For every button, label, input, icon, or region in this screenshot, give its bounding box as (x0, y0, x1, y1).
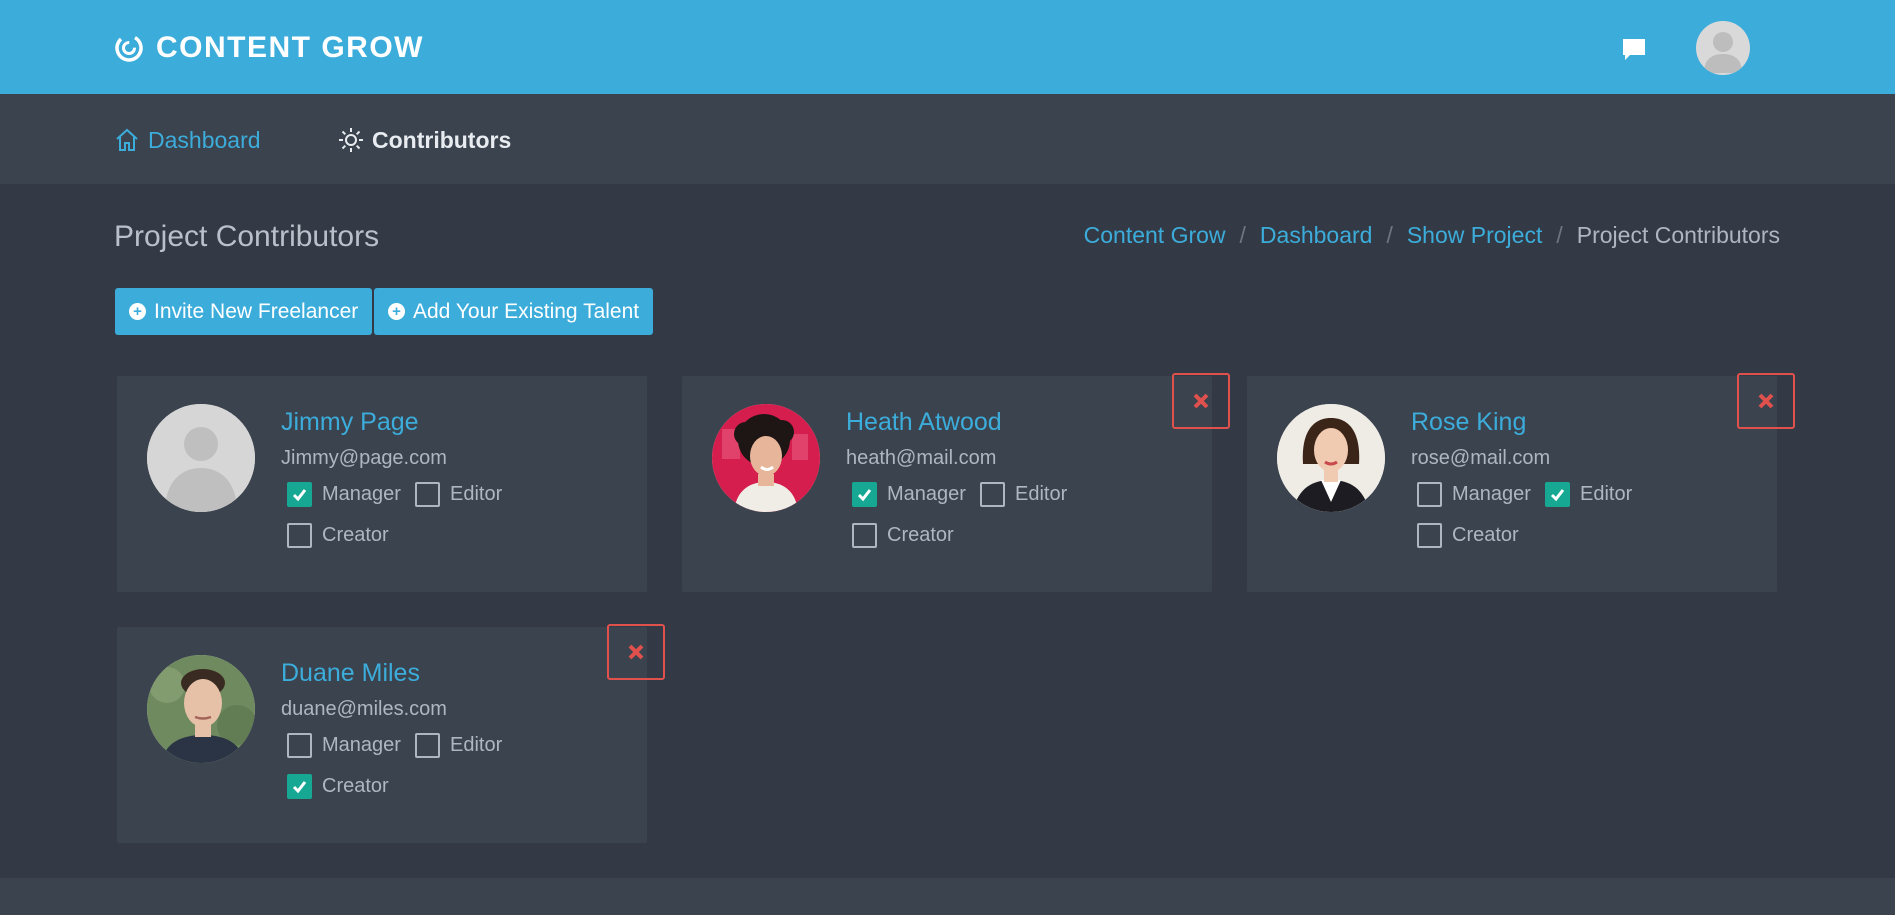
checkbox-manager[interactable] (287, 733, 312, 758)
breadcrumb-separator: / (1239, 222, 1246, 248)
add-existing-talent-button[interactable]: + Add Your Existing Talent (374, 288, 654, 335)
role-manager[interactable]: Manager (287, 733, 401, 758)
sun-icon (339, 128, 363, 152)
avatar (147, 655, 255, 763)
swirl-logo-icon (115, 34, 143, 62)
role-manager-label: Manager (887, 483, 966, 505)
role-manager[interactable]: Manager (852, 482, 966, 507)
remove-contributor-button[interactable] (1172, 373, 1230, 429)
contributor-card: Duane Miles duane@miles.com Manager Edit… (117, 627, 647, 843)
role-editor-label: Editor (450, 734, 503, 756)
role-manager-label: Manager (322, 734, 401, 756)
photo-man-short-hair (147, 655, 255, 763)
top-header: CONTENT GROW (0, 0, 1895, 94)
brand-logo[interactable]: CONTENT GROW (114, 30, 424, 66)
checkbox-creator[interactable] (852, 523, 877, 548)
role-editor-label: Editor (1580, 483, 1633, 505)
remove-contributor-button[interactable] (607, 624, 665, 680)
contributor-card: Rose King rose@mail.com Manager Editor C… (1247, 376, 1777, 592)
checkbox-manager[interactable] (287, 482, 312, 507)
chat-icon[interactable] (1620, 36, 1648, 62)
page-title: Project Contributors (114, 220, 380, 253)
contributor-email: heath@mail.com (846, 447, 997, 469)
role-creator[interactable]: Creator (287, 774, 389, 799)
contributor-card: Heath Atwood heath@mail.com Manager Edit… (682, 376, 1212, 592)
contributor-name[interactable]: Heath Atwood (846, 408, 1002, 437)
contributor-email: duane@miles.com (281, 698, 447, 720)
role-editor-label: Editor (450, 483, 503, 505)
contributor-name[interactable]: Rose King (1411, 408, 1526, 437)
checkbox-creator[interactable] (287, 774, 312, 799)
role-editor-label: Editor (1015, 483, 1068, 505)
photo-woman-curly-hair (712, 404, 820, 512)
role-creator-label: Creator (887, 524, 954, 546)
checkbox-manager[interactable] (1417, 482, 1442, 507)
plus-circle-icon: + (129, 303, 146, 320)
role-creator-label: Creator (322, 775, 389, 797)
breadcrumb-dashboard[interactable]: Dashboard (1260, 222, 1373, 249)
check-icon (1550, 489, 1565, 502)
role-editor[interactable]: Editor (415, 733, 502, 758)
nav-contributors[interactable]: Contributors (338, 124, 511, 156)
contributor-email: Jimmy@page.com (281, 447, 447, 469)
checkbox-editor[interactable] (980, 482, 1005, 507)
breadcrumb-separator: / (1556, 222, 1563, 248)
checkbox-editor[interactable] (415, 733, 440, 758)
brand-name: CONTENT GROW (156, 31, 424, 64)
breadcrumb-content-grow[interactable]: Content Grow (1084, 222, 1226, 249)
invite-freelancer-label: Invite New Freelancer (154, 299, 359, 323)
avatar (1277, 404, 1385, 512)
role-manager-label: Manager (1452, 483, 1531, 505)
role-creator[interactable]: Creator (852, 523, 954, 548)
contributor-email: rose@mail.com (1411, 447, 1551, 469)
role-manager[interactable]: Manager (1417, 482, 1531, 507)
role-creator-label: Creator (1452, 524, 1519, 546)
role-creator[interactable]: Creator (287, 523, 389, 548)
checkbox-creator[interactable] (287, 523, 312, 548)
close-icon (1193, 393, 1209, 409)
invite-freelancer-button[interactable]: + Invite New Freelancer (115, 288, 373, 335)
plus-circle-icon: + (388, 303, 405, 320)
role-creator-label: Creator (322, 524, 389, 546)
nav-contributors-label: Contributors (372, 126, 512, 153)
nav-bar: Dashboard Contributors (0, 94, 1895, 184)
role-manager[interactable]: Manager (287, 482, 401, 507)
check-icon (292, 489, 307, 502)
breadcrumb-show-project[interactable]: Show Project (1407, 222, 1543, 249)
close-icon (1758, 393, 1774, 409)
role-editor[interactable]: Editor (415, 482, 502, 507)
user-avatar[interactable] (1696, 21, 1750, 75)
user-avatar-icon (1704, 32, 1742, 73)
photo-woman-dark-hair (1277, 404, 1385, 512)
breadcrumb-current: Project Contributors (1576, 222, 1780, 248)
check-icon (292, 781, 307, 794)
role-editor[interactable]: Editor (1545, 482, 1632, 507)
home-icon (116, 128, 138, 151)
role-editor[interactable]: Editor (980, 482, 1067, 507)
add-existing-talent-label: Add Your Existing Talent (413, 299, 640, 323)
placeholder-avatar-icon (147, 404, 255, 512)
role-creator[interactable]: Creator (1417, 523, 1519, 548)
contributor-card: Jimmy Page Jimmy@page.com Manager Editor… (117, 376, 647, 592)
checkbox-editor[interactable] (415, 482, 440, 507)
avatar (712, 404, 820, 512)
breadcrumb-separator: / (1386, 222, 1393, 248)
contributor-name[interactable]: Duane Miles (281, 659, 420, 688)
checkbox-manager[interactable] (852, 482, 877, 507)
role-manager-label: Manager (322, 483, 401, 505)
nav-dashboard[interactable]: Dashboard (114, 124, 261, 156)
remove-contributor-button[interactable] (1737, 373, 1795, 429)
checkbox-creator[interactable] (1417, 523, 1442, 548)
nav-dashboard-label: Dashboard (148, 126, 261, 153)
contributor-name[interactable]: Jimmy Page (281, 408, 419, 437)
breadcrumb: Content Grow / Dashboard / Show Project … (1084, 222, 1780, 249)
footer (0, 878, 1895, 915)
close-icon (628, 644, 644, 660)
avatar (147, 404, 255, 512)
check-icon (857, 489, 872, 502)
checkbox-editor[interactable] (1545, 482, 1570, 507)
